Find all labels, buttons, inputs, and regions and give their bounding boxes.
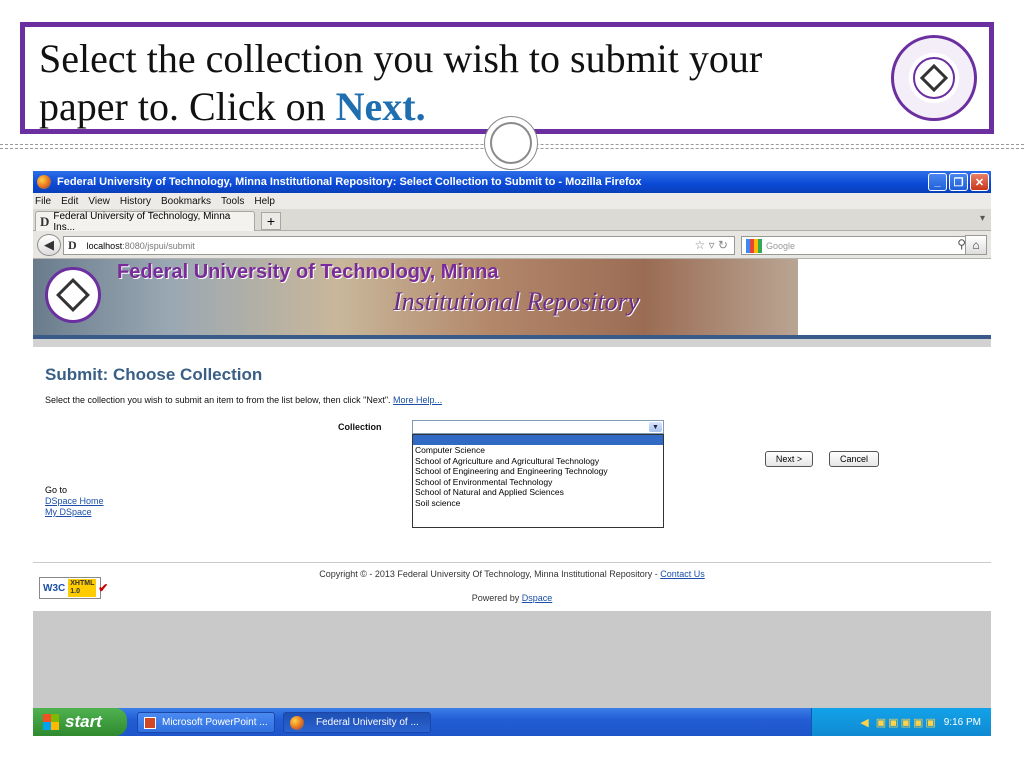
- collection-option[interactable]: School of Engineering and Engineering Te…: [413, 466, 663, 477]
- powerpoint-icon: [144, 716, 156, 729]
- bookmark-star-icon[interactable]: ☆ ▿ ↻: [694, 238, 728, 252]
- browser-tab[interactable]: D Federal University of Technology, Minn…: [35, 210, 255, 233]
- my-dspace-link[interactable]: My DSpace: [45, 507, 104, 518]
- firefox-icon: [290, 715, 304, 730]
- collection-option[interactable]: School of Environmental Technology: [413, 477, 663, 488]
- slide-ornament-circle: [484, 116, 538, 170]
- window-titlebar: Federal University of Technology, Minna …: [33, 171, 991, 193]
- page-content: Submit: Choose Collection Select the col…: [33, 339, 991, 611]
- more-help-link[interactable]: More Help...: [393, 395, 442, 405]
- start-label: start: [65, 712, 102, 731]
- tab-title: Federal University of Technology, Minna …: [53, 210, 231, 233]
- menubar: File Edit View History Bookmarks Tools H…: [33, 193, 991, 209]
- w3c-label: W3C: [43, 582, 66, 594]
- tab-bar: D Federal University of Technology, Minn…: [33, 209, 991, 233]
- powered-by-text: Powered by Dspace: [471, 593, 553, 603]
- page-title: Submit: Choose Collection: [45, 365, 263, 384]
- slide-title: Select the collection you wish to submit…: [39, 36, 763, 129]
- menu-tools[interactable]: Tools: [221, 196, 244, 207]
- google-logo-icon[interactable]: [746, 238, 762, 253]
- start-button[interactable]: start: [33, 708, 127, 736]
- dspace-home-link[interactable]: DSpace Home: [45, 496, 104, 507]
- copyright-text: Copyright © - 2013 Federal University Of…: [319, 569, 705, 579]
- collection-select[interactable]: ▼: [412, 420, 664, 434]
- taskbar-item-firefox[interactable]: Federal University of ...: [283, 712, 431, 733]
- firefox-icon: [37, 175, 51, 189]
- dspace-favicon-icon: D: [40, 213, 50, 229]
- goto-label: Go to: [45, 485, 68, 495]
- clock: 9:16 PM: [943, 716, 981, 728]
- dropdown-blank-option[interactable]: [413, 435, 663, 445]
- contact-us-link[interactable]: Contact Us: [660, 569, 705, 579]
- cancel-button[interactable]: Cancel: [829, 451, 879, 467]
- close-button[interactable]: ✕: [970, 173, 989, 191]
- slide-title-accent: Next.: [335, 84, 426, 129]
- menu-bookmarks[interactable]: Bookmarks: [161, 196, 211, 207]
- windows-logo-icon: [43, 714, 59, 730]
- banner-subtitle: Institutional Repository: [393, 287, 640, 316]
- taskbar-item-powerpoint[interactable]: Microsoft PowerPoint ...: [137, 712, 275, 733]
- menu-file[interactable]: File: [35, 196, 51, 207]
- browser-screenshot: Federal University of Technology, Minna …: [33, 171, 991, 736]
- next-button[interactable]: Next >: [765, 451, 813, 467]
- banner-title: Federal University of Technology, Minna: [117, 261, 499, 283]
- instructions: Select the collection you wish to submit…: [45, 395, 443, 405]
- collection-label: Collection: [338, 422, 382, 432]
- search-input[interactable]: Google ⚲: [741, 236, 971, 255]
- collection-option[interactable]: Computer Science: [413, 445, 663, 456]
- minimize-button[interactable]: _: [928, 173, 947, 191]
- url-path: :8080/jspui/submit: [122, 240, 195, 251]
- window-title: Federal University of Technology, Minna …: [57, 176, 642, 188]
- collection-dropdown: Computer Science School of Agriculture a…: [412, 434, 664, 528]
- system-tray: ◀ ▣▣▣▣▣ 9:16 PM: [811, 708, 991, 736]
- site-banner: Federal University of Technology, Minna …: [33, 259, 991, 339]
- windows-taskbar: start Microsoft PowerPoint ... Federal U…: [33, 708, 991, 736]
- collection-option[interactable]: School of Natural and Applied Sciences: [413, 487, 663, 498]
- university-seal-logo: [891, 35, 977, 121]
- dspace-link[interactable]: Dspace: [522, 593, 553, 603]
- banner-logo[interactable]: [45, 267, 101, 323]
- url-host: localhost: [86, 240, 123, 251]
- collection-option[interactable]: Soil science: [413, 498, 663, 509]
- menu-history[interactable]: History: [120, 196, 151, 207]
- goto-links: Go to DSpace Home My DSpace: [45, 485, 104, 518]
- search-placeholder: Google: [766, 240, 796, 251]
- menu-help[interactable]: Help: [254, 196, 275, 207]
- nav-toolbar: ◀ D localhost:8080/jspui/submit ☆ ▿ ↻ Go…: [33, 231, 991, 259]
- back-button[interactable]: ◀: [37, 234, 61, 256]
- url-bar[interactable]: D localhost:8080/jspui/submit ☆ ▿ ↻: [63, 236, 735, 255]
- collection-option[interactable]: School of Agriculture and Agricultural T…: [413, 456, 663, 467]
- home-button[interactable]: ⌂: [965, 235, 987, 255]
- menu-edit[interactable]: Edit: [61, 196, 78, 207]
- tab-list-chevron-icon[interactable]: ▾: [980, 213, 985, 224]
- chevron-down-icon[interactable]: ▼: [649, 422, 662, 432]
- footer-divider: [33, 562, 991, 563]
- maximize-button[interactable]: ❐: [949, 173, 968, 191]
- dspace-favicon-icon: D: [68, 238, 77, 252]
- tray-icons[interactable]: ◀ ▣▣▣▣▣: [860, 716, 937, 729]
- new-tab-button[interactable]: +: [261, 212, 281, 230]
- menu-view[interactable]: View: [88, 196, 110, 207]
